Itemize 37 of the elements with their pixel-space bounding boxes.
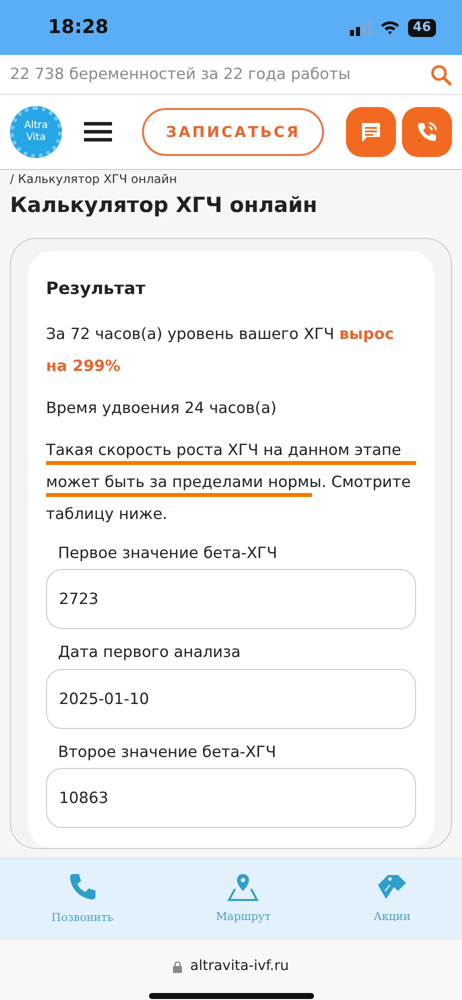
status-time: 18:28 bbox=[48, 15, 108, 40]
result-text: Время удвоения 24 часов(а) bbox=[46, 398, 278, 419]
nav-item[interactable]: Акции bbox=[374, 873, 411, 926]
logo[interactable]: Altra Vita bbox=[10, 106, 62, 158]
nav-item[interactable]: Маршрут bbox=[216, 873, 271, 926]
phone-icon bbox=[67, 872, 98, 902]
logo-text: Vita bbox=[26, 132, 46, 144]
breadcrumb: / Калькулятор ХГЧ онлайн bbox=[10, 172, 178, 186]
field-label: Первое значение бета-ХГЧ bbox=[58, 543, 278, 564]
chat-button[interactable] bbox=[346, 107, 396, 157]
map-pin-icon bbox=[227, 873, 260, 902]
page-title: Калькулятор ХГЧ онлайн bbox=[10, 192, 318, 219]
phone-icon bbox=[415, 120, 439, 144]
address-url[interactable]: altravita-ivf.ru bbox=[190, 956, 289, 977]
nav-label: Акции bbox=[374, 909, 411, 926]
message-icon bbox=[360, 121, 382, 143]
nav-item[interactable]: Позвонить bbox=[51, 872, 114, 927]
signal-icon bbox=[350, 20, 372, 36]
result-heading: Результат bbox=[46, 278, 146, 300]
input-field[interactable]: 2025-01-10 bbox=[46, 668, 416, 728]
search-icon[interactable] bbox=[430, 64, 452, 86]
battery-indicator: 46 bbox=[408, 18, 436, 36]
field-label: Второе значение бета-ХГЧ bbox=[58, 742, 278, 762]
lock-icon bbox=[173, 960, 182, 972]
wifi-icon bbox=[380, 20, 400, 35]
call-button[interactable] bbox=[402, 107, 452, 157]
logo-text: Altra bbox=[24, 120, 48, 132]
result-text: За 72 часов(а) уровень вашего ХГЧ вырос на 299% bbox=[46, 324, 395, 377]
input-field[interactable]: 10863 bbox=[46, 768, 416, 828]
promo-text: 22 738 беременностей за 22 года работы bbox=[10, 64, 350, 85]
field-label: Дата первого анализа bbox=[58, 642, 242, 664]
menu-icon[interactable] bbox=[84, 122, 112, 142]
signup-button[interactable]: ЗАПИСАТЬСЯ bbox=[142, 108, 324, 156]
input-field[interactable]: 2723 bbox=[46, 569, 416, 630]
nav-label: Маршрут bbox=[216, 909, 271, 926]
price-tag-icon bbox=[376, 873, 408, 902]
nav-label: Позвонить bbox=[51, 910, 114, 926]
